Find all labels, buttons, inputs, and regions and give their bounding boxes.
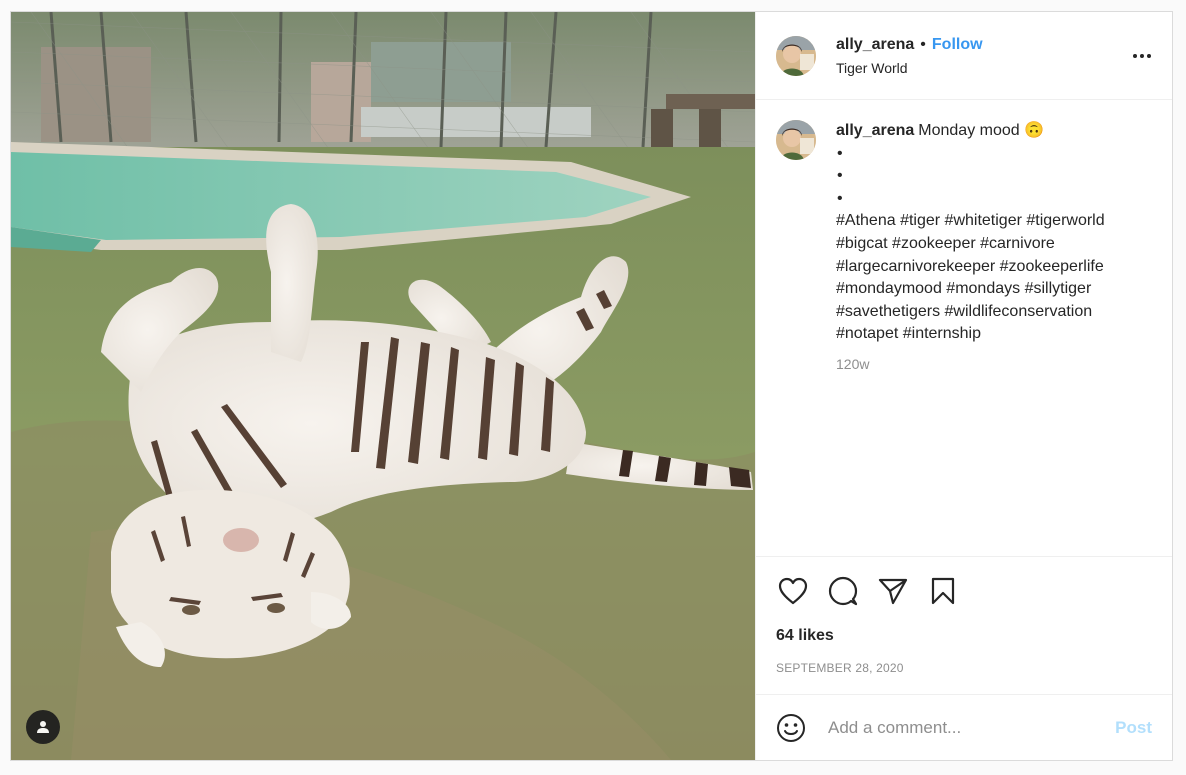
avatar[interactable] (776, 35, 816, 76)
post-header: ally_arena • Follow Tiger World (756, 12, 1172, 100)
save-button[interactable] (926, 574, 960, 608)
hashtag-link[interactable]: #whitetiger (945, 212, 1022, 229)
instagram-post: ally_arena • Follow Tiger World ally_are… (10, 11, 1173, 761)
more-options-icon (1133, 53, 1151, 58)
hashtag-link[interactable]: #savethetigers (836, 303, 940, 320)
post-location[interactable]: Tiger World (836, 59, 1128, 77)
caption-text: Monday mood 🙃 (918, 122, 1045, 139)
more-options-button[interactable] (1128, 42, 1156, 70)
caption-username[interactable]: ally_arena (836, 122, 914, 139)
white-tiger-photo (11, 12, 755, 760)
post-side-panel: ally_arena • Follow Tiger World ally_are… (755, 12, 1172, 760)
caption-section: ally_arena Monday mood 🙃 • • • #Athena #t… (756, 100, 1172, 556)
smiley-icon (777, 713, 805, 742)
caption-bullet: • (837, 189, 843, 207)
paper-plane-icon (878, 578, 908, 605)
caption-bullet: • (837, 144, 843, 162)
hashtag-link[interactable]: #wildlifeconservation (945, 303, 1093, 320)
comment-bubble-icon (828, 576, 858, 606)
caption-avatar[interactable] (776, 120, 816, 160)
likes-count[interactable]: 64 likes (776, 627, 1156, 645)
comment-button[interactable] (826, 574, 860, 608)
tag-people-button[interactable] (26, 710, 60, 744)
like-button[interactable] (776, 574, 810, 608)
bookmark-icon (931, 577, 955, 605)
hashtag-link[interactable]: #tiger (900, 212, 940, 229)
comment-input[interactable] (826, 716, 1116, 739)
hashtag-link[interactable]: #carnivore (980, 235, 1055, 252)
avatar-image (776, 120, 816, 160)
post-date: SEPTEMBER 28, 2020 (776, 661, 904, 675)
action-icons (776, 571, 1156, 611)
hashtag-link[interactable]: #mondaymood (836, 280, 942, 297)
share-button[interactable] (876, 574, 910, 608)
header-text: ally_arena • Follow Tiger World (836, 35, 1128, 77)
hashtag-link[interactable]: #tigerworld (1026, 212, 1104, 229)
hashtag-link[interactable]: #largecarnivorekeeper (836, 258, 995, 275)
post-comment-button[interactable]: Post (1115, 718, 1152, 738)
hashtag-link[interactable]: #notapet (836, 325, 898, 342)
hashtag-link[interactable]: #mondays (946, 280, 1020, 297)
caption-body: ally_arena Monday mood 🙃 • • • #Athena #t… (836, 120, 1136, 376)
avatar-image (776, 35, 816, 76)
hashtag-link[interactable]: #Athena (836, 212, 896, 229)
heart-icon (778, 577, 808, 605)
caption-timestamp[interactable]: 120w (836, 353, 1136, 376)
emoji-button[interactable] (776, 713, 806, 743)
hashtag-link[interactable]: #bigcat (836, 235, 888, 252)
hashtag-link[interactable]: #internship (903, 325, 981, 342)
caption-hashtags: #Athena #tiger #whitetiger #tigerworld #… (836, 210, 1136, 346)
hashtag-link[interactable]: #zookeeperlife (1000, 258, 1104, 275)
hashtag-link[interactable]: #zookeeper (892, 235, 976, 252)
user-tag-icon (37, 721, 49, 733)
author-username[interactable]: ally_arena (836, 36, 914, 53)
separator-dot: • (920, 35, 926, 53)
caption-bullet: • (837, 167, 843, 185)
add-comment-bar: Post (756, 694, 1172, 760)
action-bar: 64 likes SEPTEMBER 28, 2020 (756, 556, 1172, 694)
hashtag-link[interactable]: #sillytiger (1025, 280, 1092, 297)
follow-button[interactable]: Follow (932, 36, 983, 53)
post-photo[interactable] (11, 12, 755, 760)
